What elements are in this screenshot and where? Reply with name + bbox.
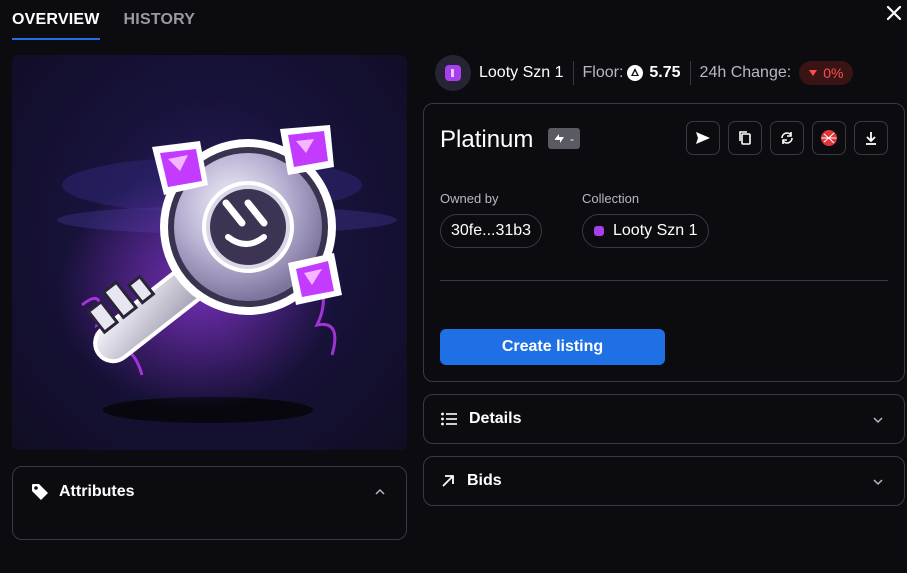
bids-header: Bids: [441, 457, 502, 505]
owned-by-label: Owned by: [440, 191, 499, 206]
action-toolbar: [686, 121, 888, 155]
collection-name[interactable]: Looty Szn 1: [479, 64, 564, 82]
details-label: Details: [469, 410, 522, 427]
divider: [572, 61, 574, 85]
close-icon[interactable]: [883, 2, 905, 24]
arrow-up-right-icon: [442, 475, 454, 487]
collection-logo-icon: [594, 226, 604, 236]
bids-accordion[interactable]: Bids: [423, 456, 905, 506]
tab-bar: OVERVIEW HISTORY: [12, 0, 195, 40]
owner-pill[interactable]: 30fe...31b3: [440, 214, 543, 248]
copy-icon: [739, 131, 751, 145]
collection-pill[interactable]: Looty Szn 1: [582, 214, 709, 248]
collection-avatar[interactable]: [435, 55, 471, 91]
transfer-button[interactable]: [686, 121, 720, 155]
owner-address: 30fe...31b3: [451, 222, 532, 239]
item-title: Platinum: [440, 126, 534, 153]
download-icon: [866, 132, 876, 145]
collection-label: Collection: [582, 191, 640, 206]
create-listing-button[interactable]: Create listing: [440, 329, 665, 365]
change-label: 24h Change:: [699, 64, 792, 81]
send-icon: [696, 132, 710, 144]
external-link-button[interactable]: [812, 121, 846, 155]
floor-value: 5.75: [649, 64, 681, 81]
floor-label: Floor:: [582, 64, 624, 81]
tab-history[interactable]: HISTORY: [124, 0, 196, 40]
change-value: 0%: [823, 65, 844, 81]
attributes-label: Attributes: [59, 483, 135, 500]
download-button[interactable]: [854, 121, 888, 155]
refresh-icon: [781, 132, 793, 144]
collection-logo-icon: [445, 65, 461, 81]
attributes-header: Attributes: [31, 483, 135, 501]
gem: [280, 125, 334, 175]
chevron-up-icon[interactable]: [374, 486, 386, 498]
change-badge: 0%: [799, 61, 854, 85]
key-artwork: [57, 125, 397, 423]
details-header: Details: [441, 395, 521, 443]
refresh-button[interactable]: [770, 121, 804, 155]
rarity-icon: [555, 134, 564, 143]
divider: [440, 280, 888, 281]
tag-icon: [32, 484, 48, 500]
details-accordion[interactable]: Details: [423, 394, 905, 444]
attributes-panel[interactable]: Attributes: [12, 466, 407, 540]
divider: [689, 61, 691, 85]
collection-stats-bar: Looty Szn 1 Floor: 5.75 24h Change: 0%: [435, 55, 854, 91]
dribbble-icon: [821, 130, 837, 146]
chevron-down-icon[interactable]: [872, 414, 884, 426]
rank-value: -: [570, 131, 574, 146]
rank-badge: -: [548, 128, 580, 149]
copy-button[interactable]: [728, 121, 762, 155]
list-icon: [441, 412, 457, 426]
currency-icon: [627, 65, 644, 81]
tab-overview[interactable]: OVERVIEW: [12, 2, 100, 40]
chevron-down-icon[interactable]: [872, 476, 884, 488]
bids-label: Bids: [467, 472, 502, 489]
collection-link: Looty Szn 1: [613, 222, 698, 239]
item-card: Platinum - Owned by 30fe...31b3 Collecti…: [423, 103, 905, 382]
nft-image: [12, 55, 407, 450]
caret-down-icon: [809, 70, 818, 76]
